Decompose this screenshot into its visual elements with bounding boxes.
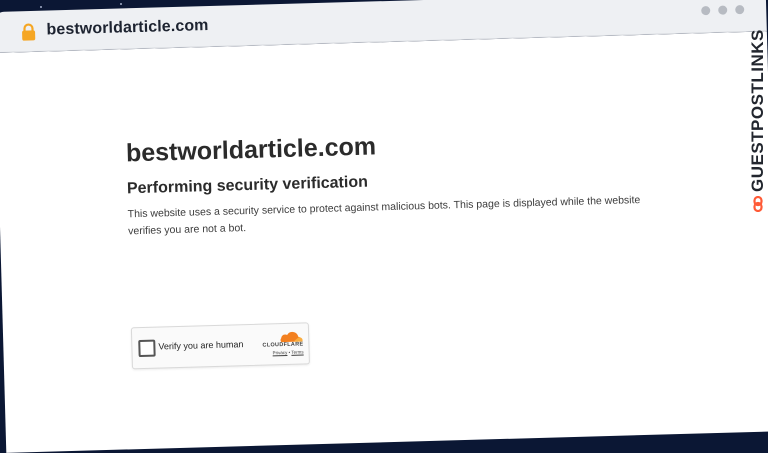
captcha-widget: Verify you are human CLOUDFLARE Privacy … (130, 322, 310, 370)
privacy-link[interactable]: Privacy (273, 350, 288, 355)
lock-icon (22, 23, 36, 41)
terms-link[interactable]: Terms (291, 349, 303, 354)
link-icon (753, 196, 763, 212)
page-viewport: bestworldarticle.com Performing security… (0, 31, 768, 453)
window-controls (701, 5, 745, 16)
widget-links: Privacy • Terms (273, 349, 304, 355)
cloudflare-wordmark: CLOUDFLARE (262, 341, 304, 349)
guestpostlinks-watermark: GUESTPOSTLINKS (748, 29, 768, 212)
window-dot-icon[interactable] (718, 5, 728, 15)
browser-window: bestworldarticle.com bestworldarticle.co… (0, 0, 768, 453)
verify-label[interactable]: Verify you are human (158, 339, 243, 351)
window-dot-icon[interactable] (701, 6, 711, 16)
watermark-text: GUESTPOSTLINKS (748, 29, 767, 192)
window-dot-icon[interactable] (735, 5, 745, 15)
address-bar-url[interactable]: bestworldarticle.com (46, 17, 208, 40)
challenge-content: bestworldarticle.com Performing security… (125, 124, 669, 370)
link-separator: • (288, 349, 291, 355)
verification-description: This website uses a security service to … (127, 194, 641, 238)
verify-checkbox[interactable] (138, 339, 156, 358)
page-title: bestworldarticle.com (125, 132, 377, 168)
